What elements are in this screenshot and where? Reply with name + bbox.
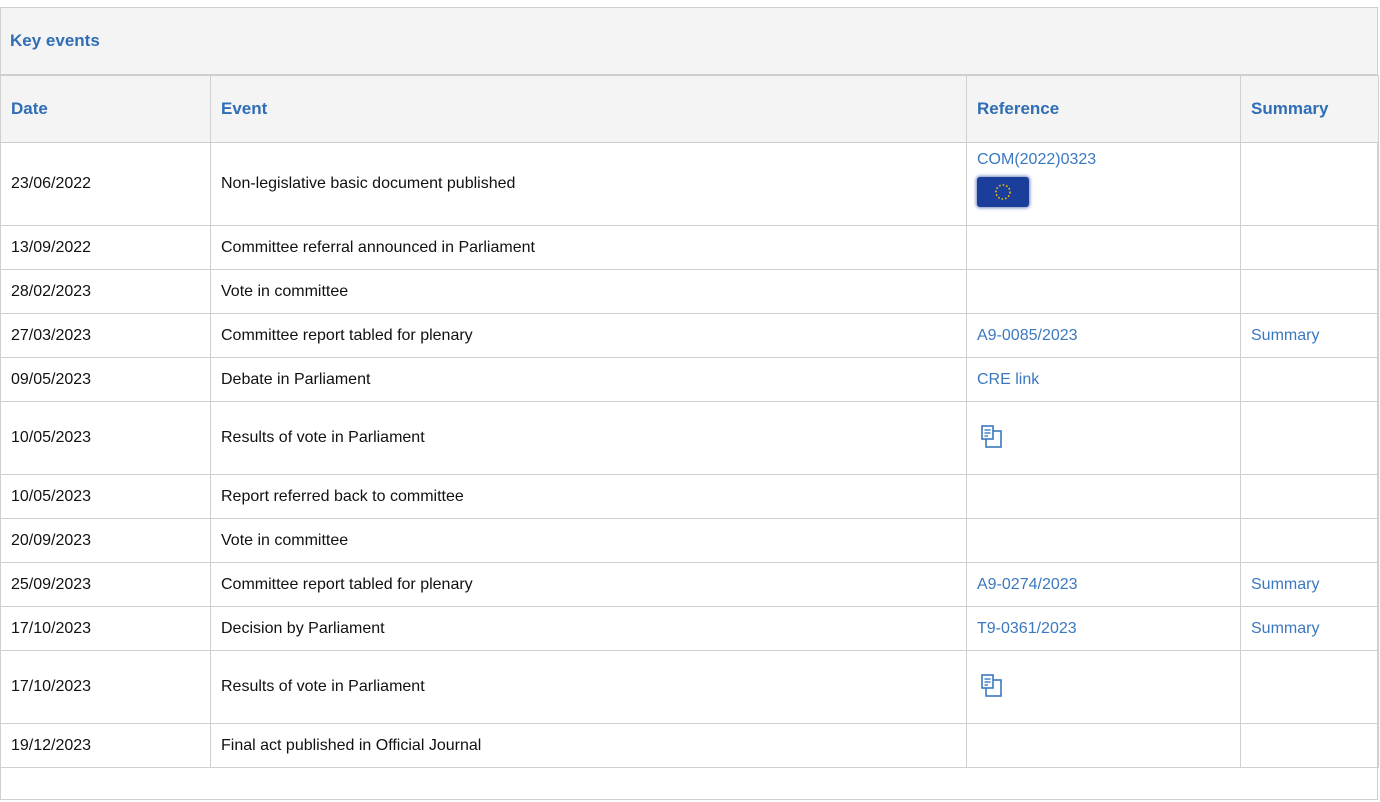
vote-results-icon[interactable] xyxy=(981,673,1003,698)
eu-flag-icon[interactable] xyxy=(977,177,1029,207)
table-row: 13/09/2022 Committee referral announced … xyxy=(0,225,1379,270)
event-reference: T9-0361/2023 xyxy=(966,606,1241,651)
event-date: 28/02/2023 xyxy=(0,269,211,314)
event-summary: Summary xyxy=(1240,313,1379,358)
event-reference xyxy=(966,518,1241,563)
event-date: 17/10/2023 xyxy=(0,650,211,724)
event-summary: Summary xyxy=(1240,562,1379,607)
event-summary xyxy=(1240,401,1379,475)
table-row: 20/09/2023 Vote in committee xyxy=(0,518,1379,563)
event-date: 25/09/2023 xyxy=(0,562,211,607)
event-date: 17/10/2023 xyxy=(0,606,211,651)
reference-link[interactable]: COM(2022)0323 xyxy=(977,151,1096,169)
event-name: Vote in committee xyxy=(210,269,967,314)
reference-link[interactable]: T9-0361/2023 xyxy=(977,620,1077,637)
event-summary xyxy=(1240,225,1379,270)
event-date: 10/05/2023 xyxy=(0,401,211,475)
column-header-summary: Summary xyxy=(1240,75,1379,143)
event-summary xyxy=(1240,474,1379,519)
event-reference xyxy=(966,474,1241,519)
event-summary: Summary xyxy=(1240,606,1379,651)
table-row: 27/03/2023 Committee report tabled for p… xyxy=(0,313,1379,358)
event-name: Results of vote in Parliament xyxy=(210,650,967,724)
event-name: Report referred back to committee xyxy=(210,474,967,519)
event-reference xyxy=(966,650,1241,724)
event-summary xyxy=(1240,269,1379,314)
event-name: Committee report tabled for plenary xyxy=(210,313,967,358)
event-summary xyxy=(1240,357,1379,402)
event-name: Vote in committee xyxy=(210,518,967,563)
event-date: 10/05/2023 xyxy=(0,474,211,519)
event-reference xyxy=(966,269,1241,314)
summary-link[interactable]: Summary xyxy=(1251,576,1319,593)
table-row: 10/05/2023 Results of vote in Parliament xyxy=(0,401,1379,475)
summary-link[interactable]: Summary xyxy=(1251,620,1319,637)
event-reference: A9-0085/2023 xyxy=(966,313,1241,358)
event-reference: CRE link xyxy=(966,357,1241,402)
event-reference: A9-0274/2023 xyxy=(966,562,1241,607)
table-header-row: Date Event Reference Summary xyxy=(0,75,1379,143)
event-name: Debate in Parliament xyxy=(210,357,967,402)
event-name: Decision by Parliament xyxy=(210,606,967,651)
event-summary xyxy=(1240,518,1379,563)
event-date: 19/12/2023 xyxy=(0,723,211,768)
event-date: 20/09/2023 xyxy=(0,518,211,563)
table-row: 09/05/2023 Debate in Parliament CRE link xyxy=(0,357,1379,402)
column-header-date: Date xyxy=(0,75,211,143)
event-date: 13/09/2022 xyxy=(0,225,211,270)
event-name: Results of vote in Parliament xyxy=(210,401,967,475)
table-row: 17/10/2023 Decision by Parliament T9-036… xyxy=(0,606,1379,651)
event-date: 23/06/2022 xyxy=(0,142,211,226)
cre-link[interactable]: CRE link xyxy=(977,371,1039,388)
summary-link[interactable]: Summary xyxy=(1251,327,1319,344)
table-row: 28/02/2023 Vote in committee xyxy=(0,269,1379,314)
key-events-table: Date Event Reference Summary 23/06/2022 … xyxy=(0,75,1379,768)
table-row: 17/10/2023 Results of vote in Parliament xyxy=(0,650,1379,724)
reference-link[interactable]: A9-0274/2023 xyxy=(977,576,1078,593)
key-events-panel: Key events Date Event Reference Summary … xyxy=(0,7,1379,800)
panel-title: Key events xyxy=(1,8,1377,75)
event-summary xyxy=(1240,723,1379,768)
event-summary xyxy=(1240,650,1379,724)
table-row: 10/05/2023 Report referred back to commi… xyxy=(0,474,1379,519)
event-date: 09/05/2023 xyxy=(0,357,211,402)
column-header-reference: Reference xyxy=(966,75,1241,143)
event-name: Non-legislative basic document published xyxy=(210,142,967,226)
event-reference xyxy=(966,225,1241,270)
table-row: 19/12/2023 Final act published in Offici… xyxy=(0,723,1379,768)
event-name: Committee referral announced in Parliame… xyxy=(210,225,967,270)
event-reference xyxy=(966,723,1241,768)
vote-results-icon[interactable] xyxy=(981,424,1003,449)
table-row: 23/06/2022 Non-legislative basic documen… xyxy=(0,142,1379,226)
event-date: 27/03/2023 xyxy=(0,313,211,358)
event-name: Final act published in Official Journal xyxy=(210,723,967,768)
table-row: 25/09/2023 Committee report tabled for p… xyxy=(0,562,1379,607)
event-name: Committee report tabled for plenary xyxy=(210,562,967,607)
event-reference: COM(2022)0323 xyxy=(966,142,1241,226)
column-header-event: Event xyxy=(210,75,967,143)
event-reference xyxy=(966,401,1241,475)
event-summary xyxy=(1240,142,1379,226)
reference-link[interactable]: A9-0085/2023 xyxy=(977,327,1078,344)
